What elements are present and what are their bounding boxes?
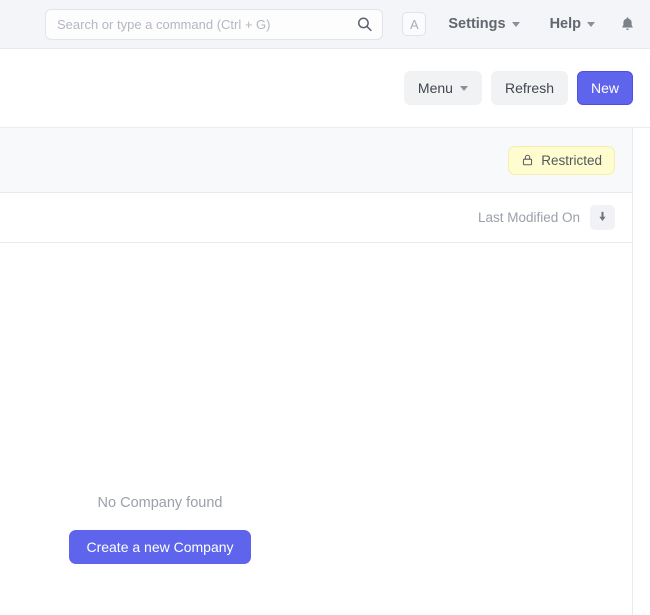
list-content-column: Restricted Last Modified On No Company f… [0,128,633,615]
avatar[interactable]: A [402,12,427,36]
search-icon[interactable] [356,16,373,33]
sort-field-selector[interactable]: Last Modified On [478,210,580,225]
app-window: A Settings Help Menu Refresh New [0,0,650,615]
arrow-down-icon [596,210,609,226]
refresh-button[interactable]: Refresh [490,70,568,106]
lock-icon [521,153,534,167]
menu-button-label: Menu [417,79,453,96]
chevron-down-icon [587,21,595,27]
filter-bar: Restricted [0,128,632,193]
new-button[interactable]: New [576,70,633,106]
page-actions-toolbar: Menu Refresh New [0,49,650,128]
top-navbar: A Settings Help [0,0,650,49]
bell-icon[interactable] [619,15,636,34]
settings-label: Settings [448,16,506,32]
search-input[interactable] [45,8,383,40]
chevron-down-icon [459,85,468,91]
help-menu[interactable]: Help [544,12,601,36]
menu-button[interactable]: Menu [403,70,482,106]
search-container [45,8,383,40]
settings-menu[interactable]: Settings [442,12,525,36]
sort-bar: Last Modified On [0,193,632,243]
sort-direction-button[interactable] [590,205,615,230]
status-badge-label: Restricted [541,152,602,168]
help-label: Help [549,16,581,32]
chevron-down-icon [511,21,520,27]
navbar-right-group: A Settings Help [402,12,636,36]
empty-state-message: No Company found [97,495,223,511]
empty-state: No Company found Create a new Company [0,495,320,564]
list-body: No Company found Create a new Company [0,243,632,614]
status-badge[interactable]: Restricted [508,145,615,175]
create-new-company-button[interactable]: Create a new Company [69,530,251,564]
